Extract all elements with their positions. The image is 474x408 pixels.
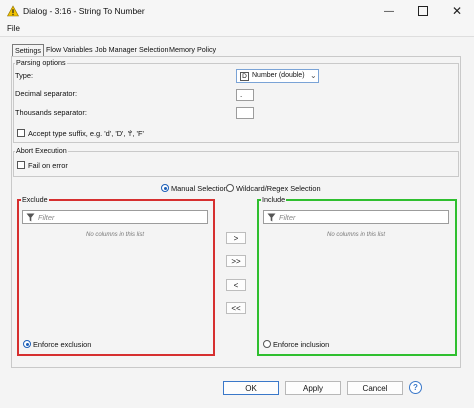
tab-flow-variables[interactable]: Flow Variables — [44, 44, 95, 56]
exclude-legend: Exclude — [21, 195, 49, 204]
decimal-separator-label: Decimal separator: — [15, 89, 78, 98]
move-left-button[interactable]: < — [226, 279, 246, 291]
double-type-icon: D — [240, 72, 249, 81]
enforce-inclusion-label: Enforce inclusion — [273, 340, 330, 349]
minimize-button[interactable]: — — [372, 0, 406, 22]
menu-bar — [0, 22, 474, 36]
exclude-column-list[interactable] — [22, 232, 208, 338]
exclude-filter-input[interactable]: Filter — [22, 210, 208, 224]
include-filter-input[interactable]: Filter — [263, 210, 449, 224]
fail-on-error-label: Fail on error — [28, 161, 68, 170]
thousands-separator-input[interactable] — [236, 107, 254, 119]
exclude-filter-placeholder: Filter — [38, 213, 55, 222]
accept-suffix-checkbox[interactable] — [17, 129, 25, 137]
include-legend: Include — [261, 195, 287, 204]
fail-on-error-checkbox[interactable] — [17, 161, 25, 169]
type-select-value: Number (double) — [252, 72, 305, 79]
type-select[interactable]: D Number (double) ⌄ — [236, 69, 319, 83]
tab-job-manager-selection[interactable]: Job Manager Selection — [93, 44, 171, 56]
minimize-icon: — — [384, 5, 394, 17]
enforce-exclusion-label: Enforce exclusion — [33, 340, 92, 349]
move-all-left-button[interactable]: << — [226, 302, 246, 314]
apply-button[interactable]: Apply — [285, 381, 341, 395]
maximize-icon — [418, 6, 428, 16]
chevron-down-icon: ⌄ — [310, 71, 317, 80]
tab-memory-policy[interactable]: Memory Policy — [167, 44, 218, 56]
maximize-button[interactable] — [406, 0, 440, 22]
include-column-list[interactable] — [263, 232, 449, 338]
abort-execution-legend: Abort Execution — [15, 146, 68, 155]
parsing-options-legend: Parsing options — [15, 58, 67, 67]
manual-selection-radio[interactable] — [161, 184, 169, 192]
enforce-exclusion-radio[interactable] — [23, 340, 31, 348]
warning-icon — [7, 5, 19, 17]
wildcard-selection-label: Wildcard/Regex Selection — [236, 184, 321, 193]
enforce-inclusion-radio[interactable] — [263, 340, 271, 348]
manual-selection-label: Manual Selection — [171, 184, 228, 193]
type-label: Type: — [15, 71, 34, 80]
filter-icon — [26, 213, 35, 222]
cancel-button[interactable]: Cancel — [347, 381, 403, 395]
decimal-separator-value: . — [240, 90, 243, 99]
move-all-right-button[interactable]: >> — [226, 255, 246, 267]
include-filter-placeholder: Filter — [279, 213, 296, 222]
close-button[interactable]: ✕ — [440, 0, 474, 22]
close-icon: ✕ — [451, 4, 463, 18]
menu-file[interactable]: File — [7, 24, 20, 33]
help-icon[interactable]: ? — [409, 381, 422, 394]
wildcard-selection-radio[interactable] — [226, 184, 234, 192]
thousands-separator-label: Thousands separator: — [15, 108, 87, 117]
ok-button[interactable]: OK — [223, 381, 279, 395]
accept-suffix-label: Accept type suffix, e.g. 'd', 'D', 'f', … — [28, 129, 144, 138]
window-title: Dialog - 3:16 - String To Number — [23, 6, 145, 16]
filter-icon — [267, 213, 276, 222]
decimal-separator-input[interactable]: . — [236, 89, 254, 101]
abort-execution-group — [13, 151, 459, 177]
move-right-button[interactable]: > — [226, 232, 246, 244]
